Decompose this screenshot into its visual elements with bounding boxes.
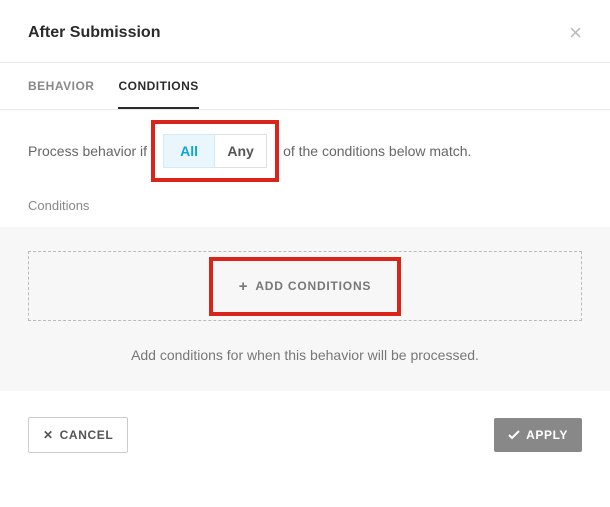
toggle-any[interactable]: Any bbox=[215, 134, 267, 168]
tab-conditions[interactable]: CONDITIONS bbox=[118, 63, 198, 109]
apply-label: APPLY bbox=[526, 428, 568, 442]
conditions-label: Conditions bbox=[28, 198, 582, 213]
match-toggle: All Any bbox=[163, 134, 267, 168]
add-conditions-inner: + ADD CONDITIONS bbox=[221, 271, 389, 302]
process-prefix: Process behavior if bbox=[28, 143, 147, 159]
tabs: BEHAVIOR CONDITIONS bbox=[0, 63, 610, 110]
tab-behavior[interactable]: BEHAVIOR bbox=[28, 63, 94, 109]
modal-title: After Submission bbox=[28, 24, 160, 42]
cancel-label: CANCEL bbox=[60, 428, 114, 442]
after-submission-modal: After Submission × BEHAVIOR CONDITIONS P… bbox=[0, 0, 610, 479]
check-icon bbox=[508, 430, 520, 440]
footer: ✕ CANCEL APPLY bbox=[0, 391, 610, 479]
process-suffix: of the conditions below match. bbox=[283, 143, 471, 159]
modal-header: After Submission × bbox=[0, 0, 610, 62]
process-row: Process behavior if All Any of the condi… bbox=[28, 134, 582, 168]
add-conditions-label: ADD CONDITIONS bbox=[255, 279, 371, 293]
conditions-area: + ADD CONDITIONS Add conditions for when… bbox=[0, 227, 610, 391]
conditions-hint: Add conditions for when this behavior wi… bbox=[28, 347, 582, 363]
content: Process behavior if All Any of the condi… bbox=[0, 110, 610, 391]
cancel-button[interactable]: ✕ CANCEL bbox=[28, 417, 128, 453]
x-icon: ✕ bbox=[43, 428, 54, 442]
close-icon[interactable]: × bbox=[569, 22, 582, 44]
plus-icon: + bbox=[239, 279, 249, 294]
toggle-all[interactable]: All bbox=[163, 134, 215, 168]
add-conditions-box[interactable]: + ADD CONDITIONS bbox=[28, 251, 582, 321]
apply-button[interactable]: APPLY bbox=[494, 418, 582, 452]
